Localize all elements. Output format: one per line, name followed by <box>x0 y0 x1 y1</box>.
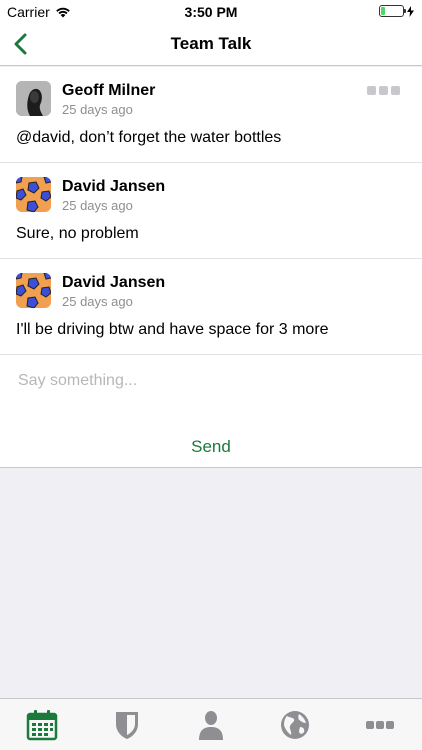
tab-bar <box>0 698 422 750</box>
message-timestamp: 25 days ago <box>62 294 133 309</box>
status-right <box>379 5 414 17</box>
dot <box>391 86 400 95</box>
dot <box>379 86 388 95</box>
compose-area: Send <box>0 355 422 468</box>
dot <box>367 86 376 95</box>
message-author: David Jansen <box>62 274 166 291</box>
message-feed: Geoff Milner 25 days ago @david, don’t f… <box>0 67 422 468</box>
status-time: 3:50 PM <box>184 4 238 20</box>
message-text: @david, don’t forget the water bottles <box>16 129 282 146</box>
send-button[interactable]: Send <box>0 437 422 457</box>
message-item: David Jansen 25 days ago I'll be driving… <box>0 259 422 355</box>
charging-bolt-icon <box>407 5 414 17</box>
message-item: David Jansen 25 days ago Sure, no proble… <box>0 163 422 259</box>
avatar <box>16 177 51 212</box>
message-text: I'll be driving btw and have space for 3… <box>16 321 329 338</box>
tab-team[interactable] <box>107 705 147 745</box>
battery-icon <box>379 5 406 17</box>
message-author: Geoff Milner <box>62 82 156 99</box>
message-text: Sure, no problem <box>16 225 139 242</box>
globe-icon <box>281 710 310 739</box>
message-item: Geoff Milner 25 days ago @david, don’t f… <box>0 67 422 163</box>
message-menu-button[interactable] <box>367 86 400 95</box>
calendar-icon <box>26 709 58 740</box>
avatar <box>16 81 51 116</box>
tab-more[interactable] <box>360 705 400 745</box>
nav-bar: Team Talk <box>0 24 422 66</box>
avatar <box>16 273 51 308</box>
tab-calendar[interactable] <box>22 705 62 745</box>
page-title: Team Talk <box>170 34 252 53</box>
status-bar: Carrier 3:50 PM <box>0 0 422 24</box>
message-author: David Jansen <box>62 178 166 195</box>
divider <box>0 467 422 468</box>
message-input[interactable] <box>18 369 398 393</box>
more-icon <box>365 720 394 729</box>
message-timestamp: 25 days ago <box>62 198 133 213</box>
tab-explore[interactable] <box>275 705 315 745</box>
tab-profile[interactable] <box>191 705 231 745</box>
person-icon <box>198 710 223 740</box>
person-photo-avatar <box>16 81 51 116</box>
battery-fill <box>381 7 386 15</box>
soccer-ball-avatar <box>16 273 51 308</box>
message-timestamp: 25 days ago <box>62 102 133 117</box>
shield-icon <box>115 711 138 739</box>
soccer-ball-avatar <box>16 177 51 212</box>
